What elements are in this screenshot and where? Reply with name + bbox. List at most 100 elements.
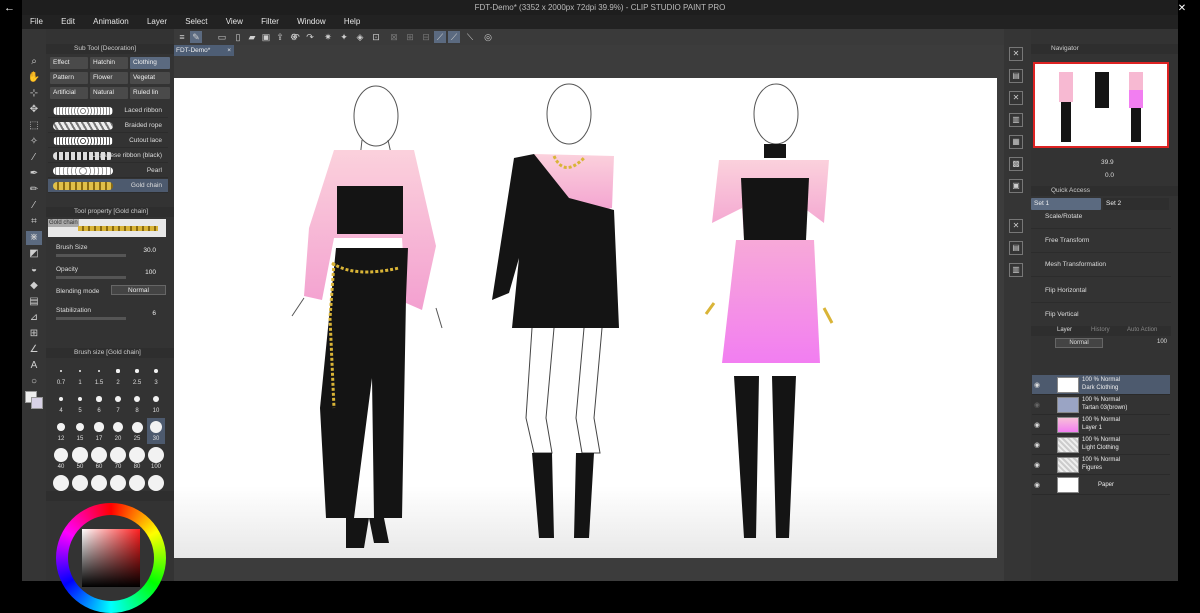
pen-mode-icon[interactable]: ✎ [190,31,202,43]
brush-size-cell[interactable]: 6 [90,390,108,416]
zoom-value[interactable]: 39.9 [1101,159,1114,166]
brush-size-cell[interactable]: 15 [71,418,89,444]
qa-mesh-transformation[interactable]: Mesh Transformation [1031,253,1171,277]
invert-selection-icon[interactable]: ⊟ [420,31,432,43]
material-list-icon[interactable]: ▦ [1009,135,1023,149]
brush-braided-rope[interactable]: Braided rope [48,119,168,133]
brush-size-cell[interactable]: 2.5 [128,362,146,388]
decoration-tool-icon[interactable]: ⋇ [26,231,42,245]
brush-gold-chain[interactable]: Gold chain [48,179,168,193]
color-square[interactable] [82,529,140,587]
brush-size-cell[interactable]: 17 [90,418,108,444]
redo-icon[interactable]: ↷ [304,31,316,43]
hamburger-menu-icon[interactable]: ≡ [176,31,188,43]
tab-auto-action[interactable]: Auto Action [1127,327,1157,333]
menu-window[interactable]: Window [289,15,333,29]
crop-icon[interactable]: ⊞ [404,31,416,43]
new-file-icon[interactable]: ▯ [232,31,244,43]
menu-file[interactable]: File [22,15,51,29]
text-tool-icon[interactable]: A [26,359,42,373]
fill-tool-icon[interactable]: ◆ [26,279,42,293]
drawing-canvas[interactable] [174,78,997,558]
brush-size-cell[interactable]: 1 [71,362,89,388]
qa-scale-rotate[interactable]: Scale/Rotate [1031,205,1171,229]
brush-size-cell[interactable]: 3 [147,362,165,388]
move-layer-tool-icon[interactable]: ✥ [26,103,42,117]
menu-filter[interactable]: Filter [253,15,287,29]
gradient-tool-icon[interactable]: ▤ [26,295,42,309]
panel-icon-b[interactable]: ▥ [1009,263,1023,277]
eye-icon[interactable]: ◉ [1034,421,1040,429]
clear-icon[interactable]: ✦ [338,31,350,43]
brush-size-value[interactable]: 30.0 [143,247,156,254]
opacity-value[interactable]: 100 [145,269,156,276]
tab-document[interactable]: FDT-Demo* × [174,45,234,56]
brush-size-cell[interactable]: 70 [109,446,127,472]
image-icon[interactable]: ▩ [1009,157,1023,171]
brush-size-cell[interactable]: 4 [52,390,70,416]
selection-tool-icon[interactable]: ⬚ [26,119,42,133]
loading-icon[interactable]: ✷ [322,31,334,43]
navigator-preview[interactable] [1033,62,1169,148]
menu-select[interactable]: Select [177,15,215,29]
zoom-tool-icon[interactable]: ⌕ [26,55,42,69]
brush-size-cell[interactable]: 100 [147,446,165,472]
eraser-tool-icon[interactable]: ◩ [26,247,42,261]
frame-tool-icon[interactable]: ⊞ [26,327,42,341]
brush-size-cell[interactable]: 2 [109,362,127,388]
brush-size-cell[interactable]: 30 [147,418,165,444]
brush-size-cell[interactable]: 60 [90,446,108,472]
companion-icon[interactable]: ◎ [482,31,494,43]
tab-layer[interactable]: Layer [1057,327,1072,333]
tab-effect[interactable]: Effect [50,57,88,69]
tab-flower[interactable]: Flower [90,72,128,84]
snap-grid-icon[interactable]: ⟍ [464,31,476,43]
sub-color-swatch[interactable] [31,397,43,409]
menu-layer[interactable]: Layer [139,15,175,29]
eye-icon[interactable]: ◉ [1034,401,1040,409]
save-icon[interactable]: ▣ [260,31,272,43]
brush-size-cell[interactable]: 20 [109,418,127,444]
qa-free-transform[interactable]: Free Transform [1031,229,1171,253]
tab-history[interactable]: History [1091,327,1110,333]
folder-icon[interactable]: ▣ [1009,179,1023,193]
brush-size-cell[interactable]: 7 [109,390,127,416]
eyedropper-tool-icon[interactable]: ⁄ [26,151,42,165]
brush-size-cell[interactable]: 40 [52,446,70,472]
close-panel-icon-2[interactable]: ✕ [1009,91,1023,105]
figure-tool-icon[interactable]: ⊿ [26,311,42,325]
close-panel-icon[interactable]: ✕ [1009,47,1023,61]
auto-select-tool-icon[interactable]: ✧ [26,135,42,149]
eye-icon[interactable]: ◉ [1034,381,1040,389]
rotate-value[interactable]: 0.0 [1105,172,1114,179]
back-arrow-icon[interactable]: ← [4,2,15,14]
menu-help[interactable]: Help [336,15,368,29]
transform-icon[interactable]: ⊡ [370,31,382,43]
eye-icon[interactable]: ◉ [1034,461,1040,469]
stabilization-row[interactable]: Stabilization 6 [56,305,168,327]
operation-tool-icon[interactable]: ⊹ [26,87,42,101]
brush-size-cell[interactable]: 1.5 [90,362,108,388]
stabilization-value[interactable]: 6 [152,310,156,317]
blend-tool-icon[interactable]: ◒ [26,263,42,277]
fill-icon[interactable]: ◈ [354,31,366,43]
pen-tool-icon[interactable]: ✒ [26,167,42,181]
eye-icon[interactable]: ◉ [1034,441,1040,449]
layer-tartan[interactable]: ◉ 100 % Normal Tartan 03(brown) [1032,395,1170,415]
layer-light-clothing[interactable]: ◉ 100 % Normal Light Clothing [1032,435,1170,455]
blending-select[interactable]: Normal [111,285,166,295]
deselect-icon[interactable]: ⊠ [388,31,400,43]
tab-hatching[interactable]: Hatchin [90,57,128,69]
tab-clothing[interactable]: Clothing [130,57,170,69]
panel-icon-a[interactable]: ▤ [1009,241,1023,255]
opacity-slider[interactable] [56,276,126,279]
brush-size-cell[interactable]: 5 [71,390,89,416]
tab-ruled-line[interactable]: Ruled lin [130,87,170,99]
menu-animation[interactable]: Animation [85,15,137,29]
brush-size-row[interactable]: Brush Size 30.0 [56,242,168,264]
brush-size-cell[interactable]: 8 [128,390,146,416]
brush-size-cell[interactable]: 80 [128,446,146,472]
eye-icon[interactable]: ◉ [1034,481,1040,489]
brush-size-cell[interactable]: 25 [128,418,146,444]
close-panel-icon-3[interactable]: ✕ [1009,219,1023,233]
